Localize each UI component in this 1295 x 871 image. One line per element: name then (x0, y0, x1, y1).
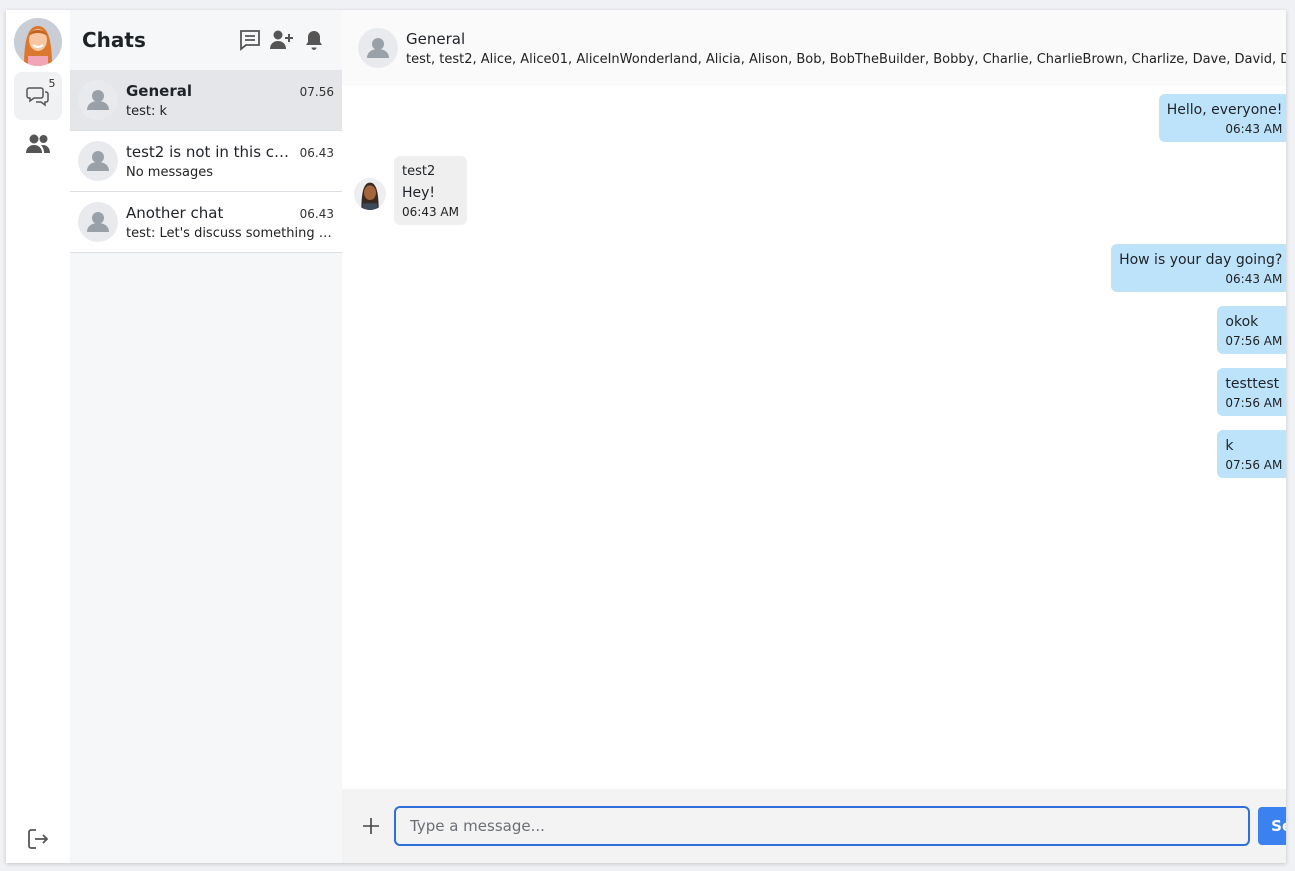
new-chat-button[interactable] (234, 24, 266, 56)
sender-avatar (354, 178, 386, 210)
message-time: 06:43 AM (1225, 122, 1283, 136)
message-incoming: test2 Hey! 06:43 AM (354, 156, 467, 225)
chat-list-panel: Chats General 07.56 test: k test2 is not… (70, 10, 342, 863)
message-text: Hey! (402, 185, 436, 201)
message-text: okok (1225, 314, 1259, 330)
message-text: Hello, everyone! (1166, 102, 1283, 118)
message-outgoing: Hello, everyone! 06:43 AM (1158, 94, 1286, 142)
message-time: 07:56 AM (1225, 396, 1283, 410)
add-user-button[interactable] (266, 24, 298, 56)
send-button[interactable]: Send (1258, 807, 1286, 845)
my-avatar[interactable] (14, 18, 62, 66)
person-icon (367, 38, 389, 58)
conversation-title: General (406, 29, 466, 48)
chat-time: 06.43 (299, 206, 334, 221)
message-list[interactable]: Hello, everyone! 06:43 AM test2 Hey! 06:… (342, 86, 1286, 789)
message-time: 06:43 AM (402, 205, 459, 219)
chat-item-general[interactable]: General 07.56 test: k (70, 70, 342, 131)
add-user-icon (270, 30, 293, 49)
message-sender: test2 (402, 164, 436, 179)
users-icon (26, 134, 50, 153)
chat-list-header: Chats (70, 10, 342, 70)
chat-preview: test: k (126, 103, 168, 119)
chat-time: 06.43 (299, 145, 334, 160)
message-time: 06:43 AM (1225, 272, 1283, 286)
notifications-button[interactable] (298, 24, 330, 56)
message-outgoing: How is your day going? 06:43 AM (1111, 244, 1286, 292)
nav-chats-button[interactable]: 5 (14, 72, 62, 120)
chat-list-title: Chats (82, 28, 146, 52)
chat-item-test2[interactable]: test2 is not in this chat 06.43 No messa… (70, 131, 342, 192)
chat-name: Another chat (126, 203, 224, 222)
message-outgoing: okok 07:56 AM (1217, 306, 1286, 354)
chat-name: test2 is not in this chat (126, 142, 294, 161)
message-composer: Send (342, 789, 1286, 863)
message-outgoing: k 07:56 AM (1217, 430, 1286, 478)
attach-button[interactable] (356, 811, 386, 841)
message-text: How is your day going? (1119, 252, 1283, 268)
logout-icon (28, 829, 49, 849)
person-icon (87, 212, 109, 232)
nav-rail: 5 (6, 10, 70, 863)
chat-avatar (78, 80, 118, 120)
person-icon (87, 90, 109, 110)
app-window: 5 Chats General 07.56 test: k test2 is n… (6, 10, 1286, 863)
conversation-header: General test, test2, Alice, Alice01, Ali… (342, 10, 1286, 86)
message-time: 07:56 AM (1225, 458, 1283, 472)
chat-item-another-chat[interactable]: Another chat 06.43 test: Let's discuss s… (70, 192, 342, 253)
message-text: testtest (1225, 376, 1280, 392)
message-time: 07:56 AM (1225, 334, 1283, 348)
message-input[interactable] (394, 806, 1251, 846)
person-icon (87, 151, 109, 171)
chat-avatar (78, 141, 118, 181)
chat-time: 07.56 (299, 84, 334, 99)
chat-avatar (78, 202, 118, 242)
bell-icon (306, 31, 322, 50)
chat-name: General (126, 81, 192, 100)
chat-preview: test: Let's discuss something interestin… (126, 225, 334, 241)
message-square-icon (240, 30, 260, 51)
conversation-members: test, test2, Alice, Alice01, AliceInWond… (406, 51, 1286, 67)
message-outgoing: testtest 07:56 AM (1217, 368, 1286, 416)
group-avatar (358, 28, 398, 68)
conversation-panel: General test, test2, Alice, Alice01, Ali… (342, 10, 1286, 863)
nav-contacts-button[interactable] (14, 120, 62, 168)
message-text: k (1225, 438, 1234, 454)
logout-button[interactable] (14, 815, 62, 863)
unread-badge: 5 (44, 76, 60, 92)
chat-preview: No messages (126, 164, 214, 180)
plus-icon (363, 818, 379, 834)
